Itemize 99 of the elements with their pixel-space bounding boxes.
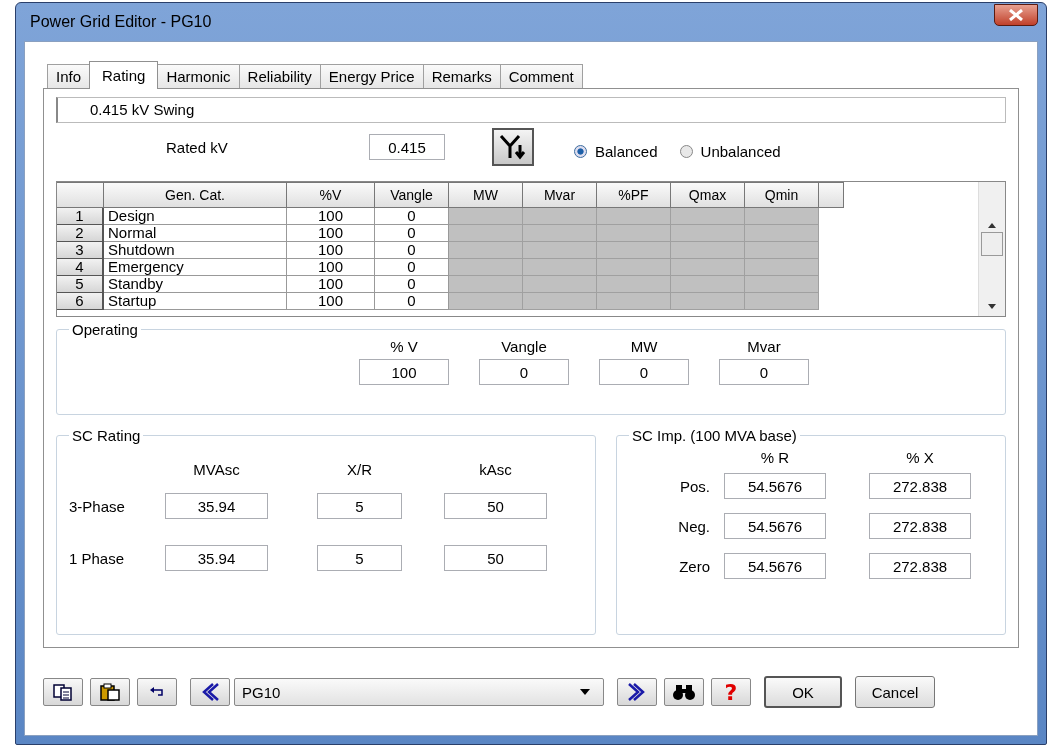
table-cell: 100 xyxy=(287,208,375,225)
close-button[interactable] xyxy=(994,4,1038,26)
tab[interactable]: Harmonic xyxy=(157,64,240,88)
input-field[interactable]: 100 xyxy=(359,359,449,385)
column-label: % X xyxy=(905,448,935,466)
table-cell: 100 xyxy=(287,259,375,276)
tab[interactable]: Comment xyxy=(499,64,583,88)
table-cell: Standby xyxy=(104,276,287,293)
dropdown-caret-icon xyxy=(579,688,591,696)
column-header: MW xyxy=(449,182,523,208)
input-field[interactable]: 272.838 xyxy=(869,513,971,539)
binoculars-icon xyxy=(672,683,696,701)
input-field[interactable]: 35.94 xyxy=(165,493,268,519)
down-arrow-icon xyxy=(987,304,997,310)
row-number[interactable]: 1 xyxy=(57,208,104,225)
table-cell: Emergency xyxy=(104,259,287,276)
corner-header xyxy=(57,182,104,208)
balance-radio[interactable]: Balanced xyxy=(574,142,658,160)
column-header: Vangle xyxy=(375,182,449,208)
window-title: Power Grid Editor - PG10 xyxy=(29,13,212,31)
input-field[interactable]: 54.5676 xyxy=(724,473,826,499)
copy-button[interactable] xyxy=(43,678,83,706)
table-cell: Design xyxy=(104,208,287,225)
row-number[interactable]: 6 xyxy=(57,293,104,310)
ok-button[interactable]: OK xyxy=(764,676,842,708)
row-number[interactable]: 4 xyxy=(57,259,104,276)
input-field[interactable]: 0 xyxy=(719,359,809,385)
radio-label: Balanced xyxy=(595,142,658,160)
field-label: Vangle xyxy=(501,338,547,355)
row-label: Zero xyxy=(678,557,711,575)
group-title: SC Rating xyxy=(71,427,142,444)
input-field[interactable]: 0 xyxy=(479,359,569,385)
help-button[interactable]: ? xyxy=(711,678,751,706)
clipboard-icon xyxy=(99,683,121,701)
column-header: Mvar xyxy=(523,182,597,208)
table-cell: Normal xyxy=(104,225,287,242)
connection-button[interactable] xyxy=(492,128,534,166)
corner-header xyxy=(819,182,844,208)
input-field[interactable]: 54.5676 xyxy=(724,553,826,579)
up-arrow-icon xyxy=(987,222,997,228)
input-field[interactable]: 0 xyxy=(599,359,689,385)
rated-kv-field[interactable]: 0.415 xyxy=(369,134,445,160)
column-header: %V xyxy=(287,182,375,208)
column-label: MVAsc xyxy=(192,461,241,478)
column-label: kAsc xyxy=(478,461,513,478)
copy-icon xyxy=(52,683,74,701)
column-header: %PF xyxy=(597,182,671,208)
input-field[interactable]: 272.838 xyxy=(869,553,971,579)
group-title: Operating xyxy=(71,321,139,338)
row-label: 1 Phase xyxy=(69,549,126,567)
input-field[interactable]: 50 xyxy=(444,545,547,571)
column-label: % R xyxy=(759,448,791,466)
scrollbar-thumb[interactable] xyxy=(981,232,1003,256)
tab[interactable]: Remarks xyxy=(422,64,501,88)
tab[interactable]: Rating xyxy=(89,61,159,89)
field-label: Mvar xyxy=(747,338,781,355)
table-cell: Startup xyxy=(104,293,287,310)
table-cell: 100 xyxy=(287,276,375,293)
table-cell: 100 xyxy=(287,242,375,259)
rated-kv-label: Rated kV xyxy=(166,138,229,156)
undo-button[interactable] xyxy=(137,678,177,706)
row-number[interactable]: 5 xyxy=(57,276,104,293)
input-field[interactable]: 272.838 xyxy=(869,473,971,499)
info-field: 0.415 kV Swing xyxy=(56,97,1006,123)
radio-label: Unbalanced xyxy=(700,142,781,160)
column-header: Qmin xyxy=(745,182,819,208)
column-label: X/R xyxy=(346,461,373,478)
row-label: Neg. xyxy=(677,517,711,535)
element-dropdown[interactable]: PG10 xyxy=(234,678,604,706)
row-label: Pos. xyxy=(679,477,711,495)
tab[interactable]: Info xyxy=(47,64,91,88)
input-field[interactable]: 5 xyxy=(317,545,402,571)
close-icon xyxy=(1008,9,1024,21)
column-header: Gen. Cat. xyxy=(104,182,287,208)
column-header: Qmax xyxy=(671,182,745,208)
input-field[interactable]: 35.94 xyxy=(165,545,268,571)
row-number[interactable]: 3 xyxy=(57,242,104,259)
field-label: MW xyxy=(630,338,658,355)
find-button[interactable] xyxy=(664,678,704,706)
input-field[interactable]: 50 xyxy=(444,493,547,519)
row-number[interactable]: 2 xyxy=(57,225,104,242)
balance-radio[interactable]: Unbalanced xyxy=(679,142,781,160)
dropdown-value: PG10 xyxy=(242,683,281,701)
row-label: 3-Phase xyxy=(69,497,126,515)
field-label: % V xyxy=(390,338,418,355)
table-cell: Shutdown xyxy=(104,242,287,259)
scrollbar[interactable] xyxy=(978,182,1005,316)
previous-button[interactable] xyxy=(190,678,230,706)
next-button[interactable] xyxy=(617,678,657,706)
wye-connection-icon xyxy=(498,133,528,161)
table-cell: 100 xyxy=(287,225,375,242)
table-cell: 100 xyxy=(287,293,375,310)
input-field[interactable]: 5 xyxy=(317,493,402,519)
group-title: SC Imp. (100 MVA base) xyxy=(631,427,798,444)
cancel-button[interactable]: Cancel xyxy=(855,676,935,708)
tab[interactable]: Reliability xyxy=(238,64,321,88)
tab[interactable]: Energy Price xyxy=(319,64,424,88)
input-field[interactable]: 54.5676 xyxy=(724,513,826,539)
paste-button[interactable] xyxy=(90,678,130,706)
